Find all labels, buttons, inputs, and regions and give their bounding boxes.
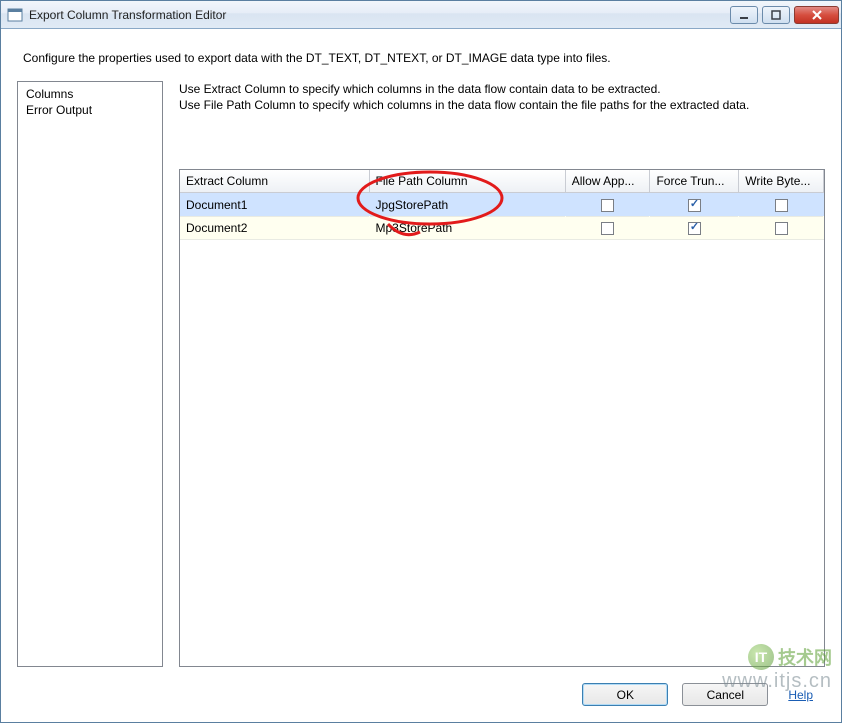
window-buttons xyxy=(730,6,839,24)
cell-allow[interactable] xyxy=(565,216,650,239)
cell-extract[interactable]: Document2 xyxy=(180,216,369,239)
cell-filepath[interactable]: JpgStorePath xyxy=(369,193,565,216)
close-button[interactable] xyxy=(794,6,839,24)
titlebar: Export Column Transformation Editor xyxy=(1,1,841,29)
checkbox-force[interactable] xyxy=(688,222,701,235)
instructions: Use Extract Column to specify which colu… xyxy=(179,81,825,113)
col-header-write[interactable]: Write Byte... xyxy=(739,170,824,193)
maximize-button[interactable] xyxy=(762,6,790,24)
cell-extract[interactable]: Document1 xyxy=(180,193,369,216)
cell-force[interactable] xyxy=(650,216,739,239)
minimize-button[interactable] xyxy=(730,6,758,24)
window-title: Export Column Transformation Editor xyxy=(29,8,724,22)
cancel-button[interactable]: Cancel xyxy=(682,683,768,706)
sidebar: Columns Error Output xyxy=(17,81,163,667)
checkbox-write[interactable] xyxy=(775,222,788,235)
checkbox-force[interactable] xyxy=(688,199,701,212)
checkbox-allow[interactable] xyxy=(601,199,614,212)
cell-write[interactable] xyxy=(739,193,824,216)
col-header-extract[interactable]: Extract Column xyxy=(180,170,369,193)
cell-filepath[interactable]: Mp3StorePath xyxy=(369,216,565,239)
sidebar-item-error-output[interactable]: Error Output xyxy=(18,102,162,118)
checkbox-allow[interactable] xyxy=(601,222,614,235)
instruction-line-1: Use Extract Column to specify which colu… xyxy=(179,81,825,97)
grid-header-row: Extract Column File Path Column Allow Ap… xyxy=(180,170,824,193)
instruction-line-2: Use File Path Column to specify which co… xyxy=(179,97,825,113)
cell-allow[interactable] xyxy=(565,193,650,216)
checkbox-write[interactable] xyxy=(775,199,788,212)
app-icon xyxy=(7,7,23,23)
main-body: Columns Error Output Use Extract Column … xyxy=(1,81,841,675)
col-header-filepath[interactable]: File Path Column xyxy=(369,170,565,193)
col-header-force[interactable]: Force Trun... xyxy=(650,170,739,193)
description-text: Configure the properties used to export … xyxy=(1,29,841,81)
cell-write[interactable] xyxy=(739,216,824,239)
grid-row[interactable]: Document2 Mp3StorePath xyxy=(180,216,824,239)
grid-row[interactable]: Document1 JpgStorePath xyxy=(180,193,824,216)
cell-force[interactable] xyxy=(650,193,739,216)
ok-button[interactable]: OK xyxy=(582,683,668,706)
sidebar-item-columns[interactable]: Columns xyxy=(18,86,162,102)
grid-panel: Extract Column File Path Column Allow Ap… xyxy=(179,169,825,667)
columns-grid[interactable]: Extract Column File Path Column Allow Ap… xyxy=(180,170,824,240)
col-header-allow[interactable]: Allow App... xyxy=(565,170,650,193)
dialog-window: Export Column Transformation Editor Conf… xyxy=(0,0,842,723)
dialog-buttons: OK Cancel Help xyxy=(1,675,841,722)
right-panel: Use Extract Column to specify which colu… xyxy=(179,81,825,667)
help-link[interactable]: Help xyxy=(782,688,819,702)
